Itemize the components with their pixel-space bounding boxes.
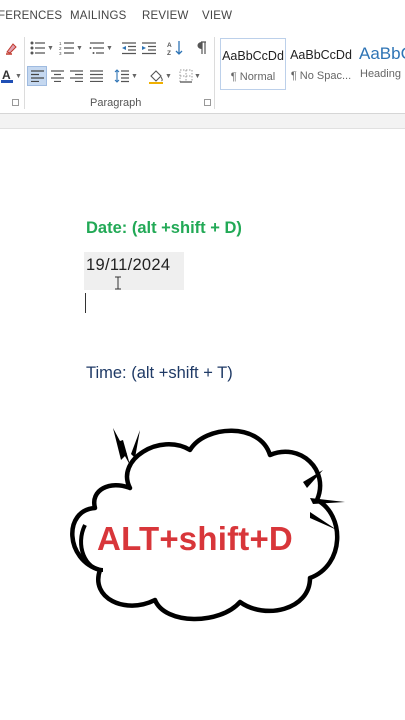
ruler-strip — [0, 114, 405, 129]
style-name: Heading — [360, 68, 401, 80]
date-shortcut-label: Date: (alt +shift + D) — [86, 219, 242, 237]
callout-text: ALT+shift+D — [97, 520, 293, 557]
date-value[interactable]: 19/11/2024 — [86, 256, 170, 275]
line-spacing-button[interactable]: ▼ — [112, 66, 140, 86]
borders-icon — [179, 69, 193, 83]
bullets-icon — [30, 41, 46, 55]
ribbon: A ▼ ▼ 123 ▼ ▼ AZ ▼ ▼ ▼ Paragraph AaBbCcD… — [0, 33, 405, 114]
show-formatting-button[interactable] — [192, 38, 210, 58]
time-shortcut-label: Time: (alt +shift + T) — [86, 364, 233, 382]
tab-view[interactable]: VIEW — [202, 10, 232, 22]
text-cursor-icon — [114, 276, 122, 290]
tab-review[interactable]: REVIEW — [142, 10, 189, 22]
style-no-spacing[interactable]: AaBbCcDd ¶ No Spac... — [288, 38, 354, 90]
svg-text:3: 3 — [59, 51, 62, 55]
font-color-icon: A — [0, 68, 14, 84]
bullets-button[interactable]: ▼ — [30, 38, 54, 58]
style-name: ¶ Normal — [230, 71, 276, 83]
ribbon-separator — [24, 37, 25, 109]
style-normal[interactable]: AaBbCcDd ¶ Normal — [220, 38, 286, 90]
style-sample: AaBbCcDd — [222, 49, 284, 63]
align-right-icon — [69, 70, 83, 82]
show-formatting-icon — [195, 41, 207, 55]
ribbon-separator — [214, 37, 215, 109]
line-spacing-icon — [114, 69, 130, 83]
align-center-icon — [50, 70, 64, 82]
font-color-button[interactable]: A ▼ — [0, 66, 22, 86]
align-center-button[interactable] — [47, 66, 67, 86]
decrease-indent-icon — [121, 41, 137, 55]
decrease-indent-button[interactable] — [120, 38, 138, 58]
shading-button[interactable]: ▼ — [146, 66, 174, 86]
style-name: ¶ No Spac... — [290, 70, 352, 82]
numbering-button[interactable]: 123 ▼ — [58, 38, 84, 58]
tab-references[interactable]: FERENCES — [0, 10, 62, 22]
style-heading[interactable]: AaBbC Heading — [356, 38, 405, 90]
increase-indent-icon — [141, 41, 157, 55]
paragraph-dialog-launcher[interactable] — [204, 99, 211, 106]
numbering-icon: 123 — [59, 41, 75, 55]
tab-mailings[interactable]: MAILINGS — [70, 10, 127, 22]
multilevel-list-icon — [89, 41, 105, 55]
clear-formatting-button[interactable] — [2, 38, 20, 58]
align-left-icon — [30, 70, 44, 82]
svg-text:A: A — [2, 68, 11, 82]
borders-button[interactable]: ▼ — [176, 66, 204, 86]
multilevel-list-button[interactable]: ▼ — [88, 38, 114, 58]
highlight-icon — [4, 41, 18, 55]
increase-indent-button[interactable] — [140, 38, 158, 58]
justify-icon — [89, 70, 103, 82]
insertion-caret — [85, 293, 86, 313]
paragraph-group-label: Paragraph — [90, 97, 142, 109]
shading-icon — [148, 68, 164, 84]
style-sample: AaBbCcDd — [290, 48, 352, 62]
sort-button[interactable]: AZ — [166, 38, 184, 58]
svg-text:A: A — [167, 42, 172, 49]
style-sample: AaBbC — [359, 44, 405, 63]
sort-icon: AZ — [167, 40, 183, 56]
align-left-button[interactable] — [27, 66, 47, 86]
justify-button[interactable] — [86, 66, 106, 86]
font-dialog-launcher[interactable] — [12, 99, 19, 106]
align-right-button[interactable] — [66, 66, 86, 86]
ribbon-tabs: FERENCES MAILINGS REVIEW VIEW — [0, 0, 405, 33]
svg-text:Z: Z — [167, 50, 171, 56]
